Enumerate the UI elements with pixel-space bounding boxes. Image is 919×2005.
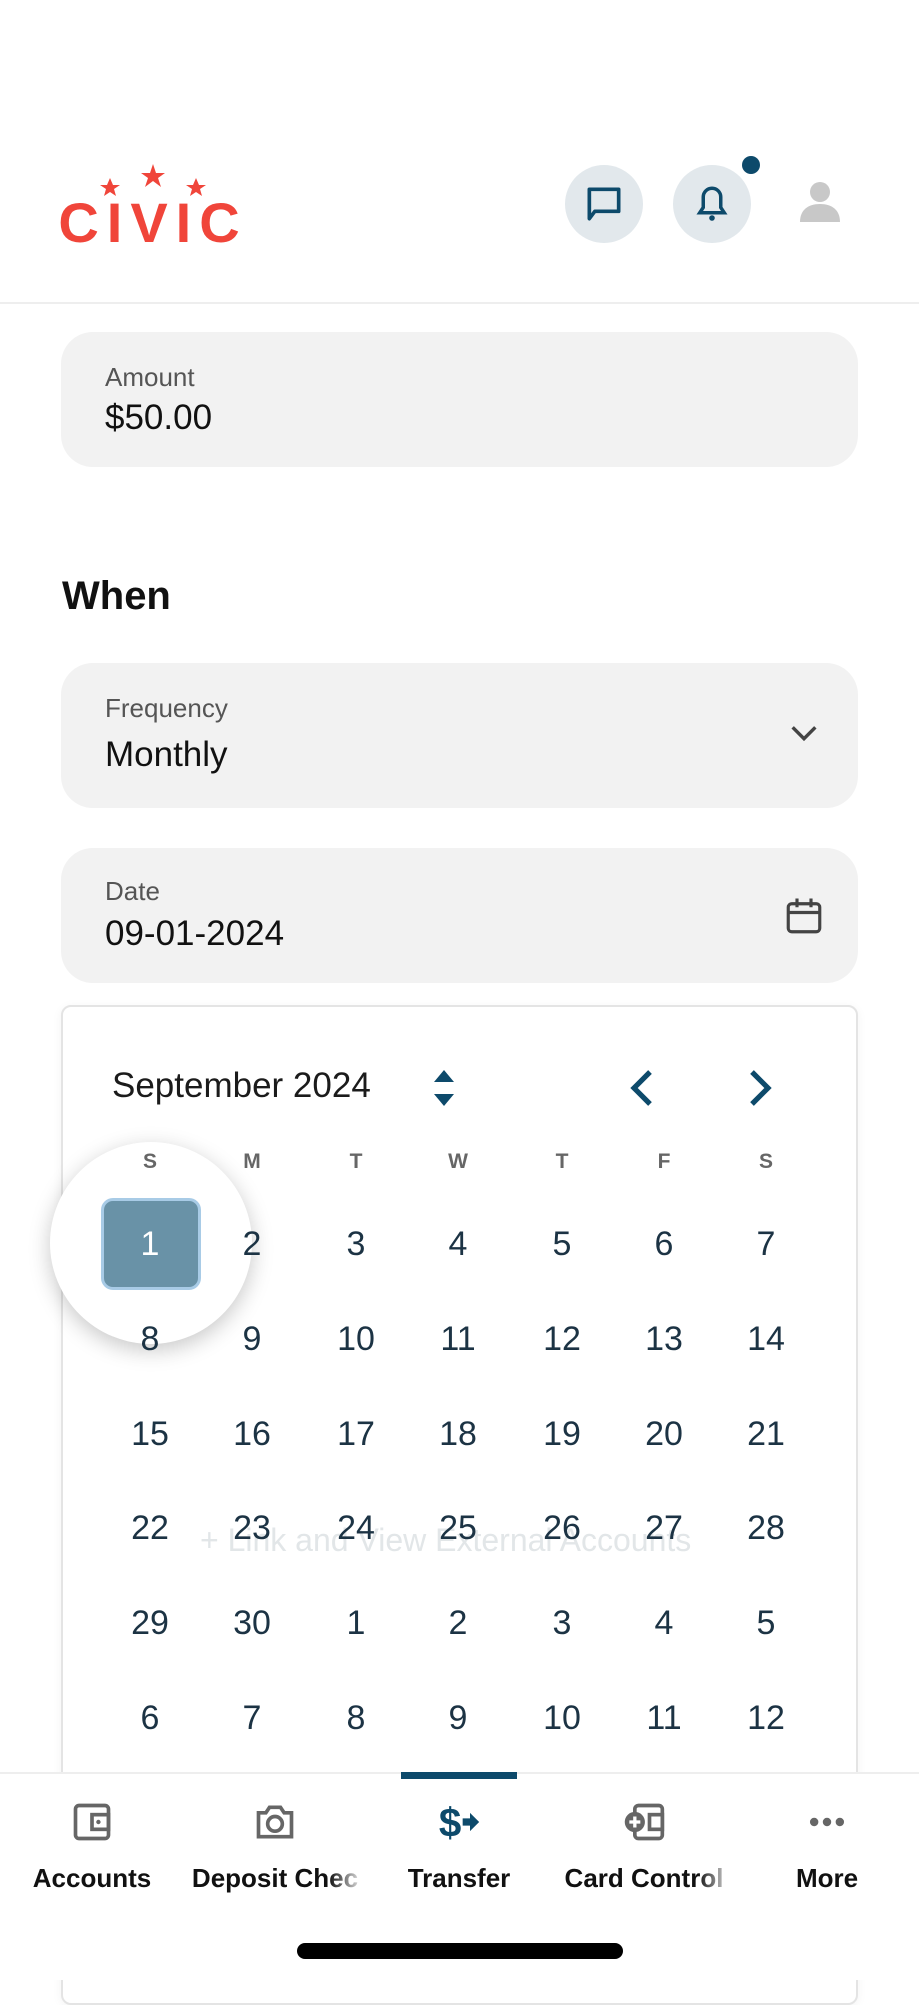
nav-label: Accounts	[32, 1863, 152, 1893]
month-toggle-icon[interactable]	[432, 1066, 456, 1110]
calendar-day[interactable]: 3	[522, 1603, 602, 1643]
nav-label: Card Control	[564, 1863, 724, 1893]
calendar-day[interactable]: 23	[212, 1508, 292, 1548]
weekday-header: T	[349, 1150, 363, 1173]
date-label: Date	[105, 876, 160, 906]
calendar-day[interactable]: 9	[418, 1698, 498, 1738]
calendar-day[interactable]: 21	[726, 1414, 806, 1454]
bell-icon	[696, 186, 728, 221]
calendar-day-selected[interactable]: 1	[110, 1224, 190, 1264]
calendar-day[interactable]: 29	[110, 1603, 190, 1643]
calendar-day[interactable]: 16	[212, 1414, 292, 1454]
weekday-header: W	[448, 1150, 468, 1173]
active-tab-indicator	[401, 1772, 517, 1779]
frequency-label: Frequency	[105, 693, 228, 723]
calendar-day[interactable]: 28	[726, 1508, 806, 1548]
calendar-day[interactable]: 10	[316, 1319, 396, 1359]
calendar-day[interactable]: 19	[522, 1414, 602, 1454]
home-indicator	[297, 1943, 623, 1959]
civic-logo[interactable]: CIVIC	[58, 160, 248, 254]
next-month-icon[interactable]	[746, 1068, 774, 1108]
nav-tab-deposit-chec[interactable]: Deposit Chec	[185, 1800, 365, 1894]
previous-month-icon[interactable]	[628, 1068, 656, 1108]
frequency-value: Monthly	[105, 735, 228, 774]
weekday-header: S	[142, 1150, 157, 1173]
calendar-day[interactable]: 13	[624, 1319, 704, 1359]
calendar-day[interactable]: 9	[212, 1319, 292, 1359]
calendar-day[interactable]: 22	[110, 1508, 190, 1548]
frequency-select[interactable]: Frequency Monthly	[61, 663, 858, 808]
when-heading: When	[62, 574, 171, 618]
date-value: 09-01-2024	[105, 914, 285, 953]
nav-label: Transfer	[407, 1863, 511, 1893]
calendar-day[interactable]: 11	[624, 1698, 704, 1738]
calendar-day[interactable]: 1	[316, 1603, 396, 1643]
calendar-day[interactable]: 25	[418, 1508, 498, 1548]
nav-label: More	[795, 1863, 859, 1893]
dollar-transfer-icon: $	[439, 1800, 480, 1846]
date-field[interactable]: Date 09-01-2024	[61, 848, 858, 983]
calendar-day[interactable]: 17	[316, 1414, 396, 1454]
month-year-label[interactable]: September 2024	[112, 1066, 371, 1106]
user-icon	[800, 182, 840, 222]
chat-icon	[587, 187, 621, 221]
nav-tab-card-control[interactable]: Card Control	[554, 1800, 734, 1894]
calendar-day[interactable]: 14	[726, 1319, 806, 1359]
calendar-day[interactable]: 7	[212, 1698, 292, 1738]
notification-dot	[742, 156, 760, 174]
header-divider	[0, 302, 919, 304]
svg-text:$: $	[439, 1800, 461, 1844]
amount-field[interactable]: Amount $50.00	[61, 332, 858, 467]
calendar-day[interactable]: 6	[110, 1698, 190, 1738]
calendar-day[interactable]: 3	[316, 1224, 396, 1264]
profile-button[interactable]	[795, 178, 845, 231]
nav-tab-more[interactable]: More	[737, 1800, 917, 1894]
calendar-icon[interactable]	[783, 894, 825, 938]
amount-value: $50.00	[105, 398, 213, 437]
calendar-day[interactable]: 10	[522, 1698, 602, 1738]
calendar-day[interactable]: 2	[418, 1603, 498, 1643]
calendar-day[interactable]: 2	[212, 1224, 292, 1264]
calendar-day[interactable]: 12	[726, 1698, 806, 1738]
weekday-header: M	[243, 1150, 261, 1173]
chat-button[interactable]	[565, 165, 643, 243]
calendar-day[interactable]: 26	[522, 1508, 602, 1548]
calendar-day[interactable]: 30	[212, 1603, 292, 1643]
nav-tab-transfer[interactable]: $ Transfer	[369, 1800, 549, 1894]
wallet-icon	[73, 1803, 111, 1841]
weekday-header: F	[657, 1150, 671, 1173]
camera-icon	[256, 1805, 294, 1839]
calendar-day[interactable]: 18	[418, 1414, 498, 1454]
calendar-day[interactable]: 8	[316, 1698, 396, 1738]
calendar-day[interactable]: 7	[726, 1224, 806, 1264]
calendar-day[interactable]: 6	[624, 1224, 704, 1264]
calendar-day[interactable]: 15	[110, 1414, 190, 1454]
calendar-day[interactable]: 5	[726, 1603, 806, 1643]
notifications-button[interactable]	[673, 165, 751, 243]
nav-tab-accounts[interactable]: Accounts	[2, 1800, 182, 1894]
weekday-header: S	[758, 1150, 773, 1173]
chevron-down-icon	[791, 726, 817, 742]
amount-label: Amount	[105, 362, 195, 392]
weekday-header: T	[555, 1150, 569, 1173]
calendar-day[interactable]: 24	[316, 1508, 396, 1548]
calendar-day[interactable]: 8	[110, 1319, 190, 1359]
nav-label: Deposit Chec	[191, 1863, 359, 1893]
calendar-day[interactable]: 4	[418, 1224, 498, 1264]
calendar-day[interactable]: 12	[522, 1319, 602, 1359]
calendar-day[interactable]: 20	[624, 1414, 704, 1454]
card-controls-icon	[624, 1803, 665, 1841]
calendar-day[interactable]: 11	[418, 1319, 498, 1359]
calendar-day[interactable]: 5	[522, 1224, 602, 1264]
more-icon	[809, 1817, 845, 1827]
svg-text:CIVIC: CIVIC	[58, 191, 247, 250]
calendar-day[interactable]: 27	[624, 1508, 704, 1548]
calendar-day[interactable]: 4	[624, 1603, 704, 1643]
